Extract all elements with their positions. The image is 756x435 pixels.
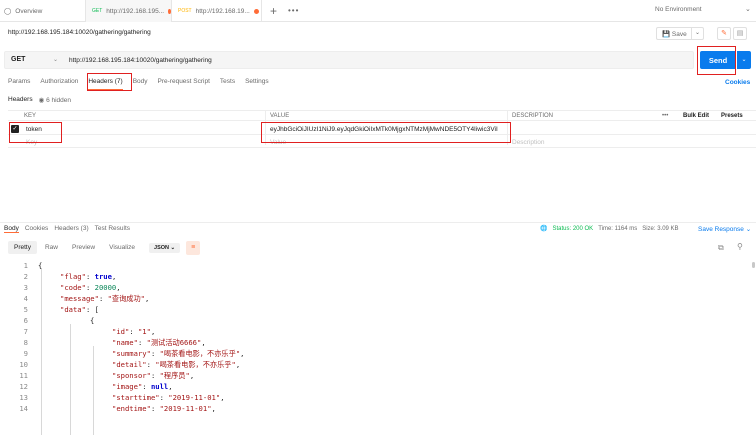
tab-overview[interactable]: ◯ Overview (4, 0, 86, 22)
code-line: 9 "summary": "喝茶看电影，不亦乐乎", (23, 349, 245, 358)
preview-button[interactable]: Preview (66, 241, 101, 254)
size-text: Size: 3.09 KB (642, 225, 679, 232)
highlight-send (697, 46, 736, 75)
hidden-headers-toggle[interactable]: ◉ 6 hidden (39, 96, 71, 104)
chevron-down-icon[interactable]: ⌄ (53, 56, 58, 63)
code-line: 3 "code": 20000, (23, 283, 121, 292)
save-button[interactable]: 💾 Save ⌄ (656, 27, 704, 40)
more-tabs-button[interactable]: ••• (288, 6, 299, 15)
cookies-link[interactable]: Cookies (725, 79, 750, 86)
highlight-key (9, 122, 62, 143)
tab-test-results[interactable]: Test Results (95, 225, 130, 233)
request-tabs: Params Authorization Headers (7) Body Pr… (8, 78, 269, 90)
code-line: 14 "endtime": "2019-11-01", (19, 404, 216, 413)
tab-params[interactable]: Params (8, 78, 30, 90)
edit-icon[interactable]: ✎ (717, 27, 731, 40)
environment-select[interactable]: No Environment (655, 6, 702, 13)
tab-method-label: GET (92, 8, 103, 14)
request-title: http://192.168.195.184:10020/gathering/g… (8, 29, 151, 36)
response-tabs: Body Cookies Headers (3) Test Results (4, 225, 130, 233)
table-more-button[interactable]: ••• (662, 113, 668, 119)
highlight-value (261, 122, 511, 143)
search-icon[interactable]: ⚲ (737, 242, 743, 251)
visualize-button[interactable]: Visualize (103, 241, 141, 254)
tab-tests[interactable]: Tests (220, 78, 235, 90)
headers-subbar: Headers ◉ 6 hidden (8, 96, 71, 104)
url-bar: GET ⌄ http://192.168.195.184:10020/gathe… (4, 51, 694, 69)
code-line: 12 "image": null, (19, 382, 173, 391)
format-select[interactable]: JSON ⌄ (149, 242, 181, 253)
response-status: 🌐 Status: 200 OK Time: 1164 ms Size: 3.0… (540, 225, 679, 233)
tab-overview-label: Overview (15, 7, 43, 15)
wrap-lines-icon[interactable]: ≡ (186, 240, 201, 255)
request-title-bar: http://192.168.195.184:10020/gathering/g… (0, 22, 756, 44)
unsaved-dot-icon (253, 8, 259, 14)
new-tab-button[interactable]: + (270, 4, 277, 18)
bulk-edit-button[interactable]: Bulk Edit (683, 113, 709, 119)
code-line: 10 "detail": "喝茶看电影，不亦乐乎", (19, 360, 241, 369)
format-bar: Pretty Raw Preview Visualize JSON ⌄ ≡ (8, 240, 201, 255)
code-line: 8 "name": "测试活动6666", (23, 338, 206, 347)
table-header: KEY VALUE DESCRIPTION ••• Bulk Edit Pres… (8, 110, 756, 121)
method-select[interactable]: GET (11, 56, 25, 63)
code-line: 13 "starttime": "2019-11-01", (19, 393, 225, 402)
tab-authorization[interactable]: Authorization (40, 78, 78, 90)
description-input[interactable]: Description (512, 139, 545, 146)
code-line: 11 "sponsor": "程序员", (19, 371, 195, 380)
code-line: 1{ (23, 261, 43, 270)
eye-icon: ◉ (38, 97, 45, 104)
tab-response-headers[interactable]: Headers (3) (54, 225, 88, 233)
code-line: 2 "flag": true, (23, 272, 117, 281)
documentation-icon[interactable]: ▤ (733, 27, 747, 40)
chevron-down-icon[interactable]: ⌄ (745, 5, 751, 13)
tab-response-body[interactable]: Body (4, 225, 19, 233)
tab-pre-request-script[interactable]: Pre-request Script (158, 78, 210, 90)
response-bar: Body Cookies Headers (3) Test Results 🌐 … (0, 222, 756, 236)
col-description: DESCRIPTION (512, 113, 554, 119)
chevron-down-icon[interactable]: ⌄ (691, 28, 703, 39)
col-key: KEY (24, 113, 37, 119)
scrollbar[interactable] (752, 262, 755, 268)
code-line: 6{ (23, 316, 95, 325)
tab-response-cookies[interactable]: Cookies (25, 225, 48, 233)
code-line: 4 "message": "查询成功", (23, 294, 150, 303)
status-text: Status: 200 OK (552, 225, 594, 232)
col-value: VALUE (270, 113, 290, 119)
tab-url-label: http://192.168.19... (195, 7, 250, 15)
tab-method-label: POST (178, 8, 192, 14)
send-options-chevron-icon[interactable]: ⌄ (737, 51, 751, 69)
save-label: 💾 Save (662, 30, 687, 38)
raw-button[interactable]: Raw (39, 241, 64, 254)
url-input[interactable]: http://192.168.195.184:10020/gathering/g… (69, 57, 212, 64)
tab-request-post[interactable]: POST http://192.168.19... (172, 0, 262, 22)
headers-title: Headers (8, 96, 33, 103)
time-text: Time: 1164 ms (598, 225, 638, 232)
response-body-editor[interactable]: 1{ 2 "flag": true, 3 "code": 20000, 4 "mess… (0, 260, 756, 435)
highlight-headers-tab (87, 73, 132, 91)
pretty-button[interactable]: Pretty (8, 241, 37, 254)
save-response-button[interactable]: Save Response ⌄ (698, 225, 751, 233)
tab-settings[interactable]: Settings (245, 78, 269, 90)
unsaved-dot-icon (168, 8, 171, 14)
tab-url-label: http://192.168.195... (106, 7, 165, 15)
copy-icon[interactable]: ⧉ (718, 243, 724, 253)
presets-button[interactable]: Presets (721, 113, 743, 119)
globe-icon: 🌐 (540, 226, 548, 232)
overview-icon: ◯ (4, 8, 12, 15)
tab-bar: ◯ Overview GET http://192.168.195... POS… (0, 0, 756, 22)
code-line: 5 "data": [ (23, 305, 99, 314)
code-line: 7 "id": "1", (23, 327, 156, 336)
tab-request-get[interactable]: GET http://192.168.195... (86, 0, 172, 22)
tab-body[interactable]: Body (133, 78, 148, 90)
